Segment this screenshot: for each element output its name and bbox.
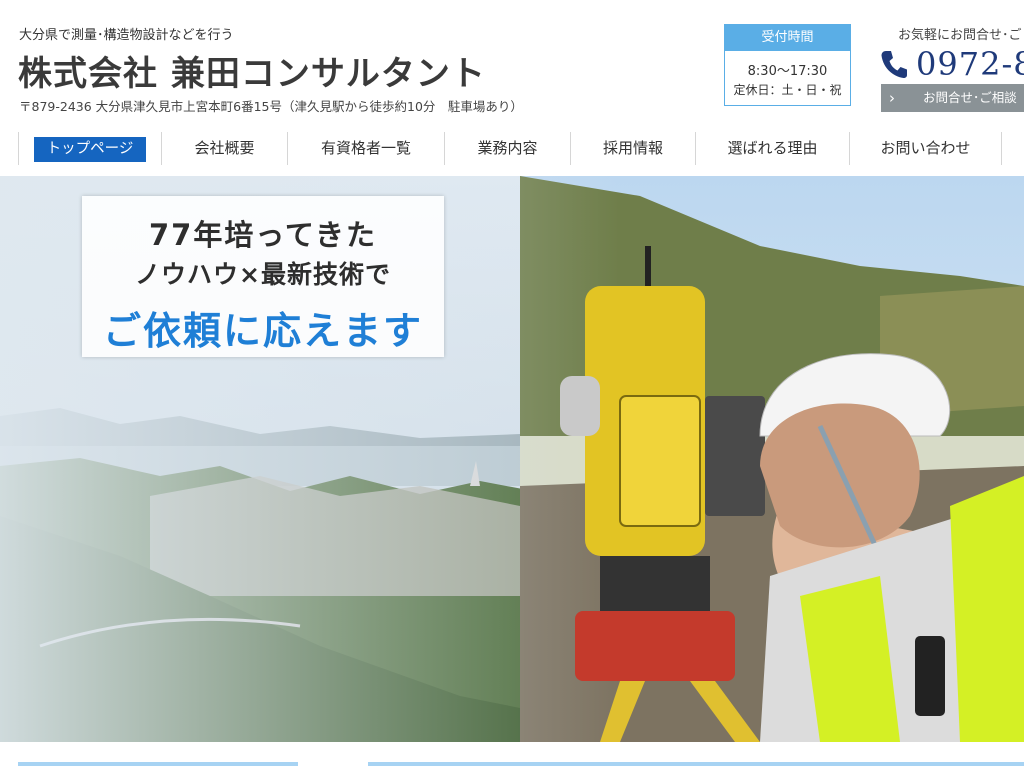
hero-catchcopy-box: 77年培ってきた ノウハウ×最新技術で ご依頼に応えます <box>82 196 444 357</box>
nav-item-top[interactable]: トップページ <box>18 132 161 165</box>
nav-item-contact[interactable]: お問い合わせ <box>849 132 1002 165</box>
contact-consult-button[interactable]: › お問合せ･ご相談 <box>881 84 1024 112</box>
contact-button-label: お問合せ･ご相談 <box>923 90 1017 105</box>
hero-line-2: ノウハウ×最新技術で <box>135 260 391 289</box>
contact-lead: お気軽にお問合せ･ご <box>898 28 1022 43</box>
nav-item-label: 採用情報 <box>602 139 663 157</box>
hours-closed-days: 定休日：土・日・祝 <box>733 83 842 97</box>
nav-item-qualified-staff[interactable]: 有資格者一覧 <box>287 132 444 165</box>
nav-item-reasons[interactable]: 選ばれる理由 <box>695 132 849 165</box>
chevron-right-icon: › <box>889 89 895 107</box>
hours-heading: 受付時間 <box>725 25 850 51</box>
nav-item-company[interactable]: 会社概要 <box>161 132 287 165</box>
hours-time: 8:30〜17:30 <box>747 64 828 79</box>
phone-icon <box>881 51 907 78</box>
hero-line-3: ご依頼に応えます <box>102 309 423 353</box>
nav-item-label: 会社概要 <box>194 139 255 157</box>
site-header: 大分県で測量･構造物設計などを行う 株式会社 兼田コンサルタント 〒879-24… <box>0 0 1024 165</box>
nav-item-label: 有資格者一覧 <box>320 139 411 157</box>
business-hours-box: 受付時間 8:30〜17:30 定休日：土・日・祝 <box>724 24 851 106</box>
nav-item-label: トップページ <box>33 137 147 162</box>
phone-number[interactable]: 0972-8 <box>916 45 1024 83</box>
hero-banner: 77年培ってきた ノウハウ×最新技術で ご依頼に応えます <box>0 176 1024 742</box>
company-address: 〒879-2436 大分県津久見市上宮本町6番15号（津久見駅から徒歩約10分 … <box>19 99 523 114</box>
hero-line-1: 77年培ってきた <box>148 218 378 252</box>
nav-item-services[interactable]: 業務内容 <box>444 132 570 165</box>
phone-link[interactable]: 0972-8 <box>880 44 1024 84</box>
nav-item-label: 業務内容 <box>477 139 538 157</box>
company-logo-title[interactable]: 株式会社 兼田コンサルタント <box>18 46 486 95</box>
tagline: 大分県で測量･構造物設計などを行う <box>19 28 234 43</box>
nav-item-recruit[interactable]: 採用情報 <box>570 132 695 165</box>
global-nav: トップページ 会社概要 有資格者一覧 業務内容 採用情報 選ばれる理由 お問い合… <box>18 132 1024 165</box>
nav-item-label: 選ばれる理由 <box>727 139 818 157</box>
nav-item-label: お問い合わせ <box>880 139 971 157</box>
section-rule-left <box>18 762 298 766</box>
section-rule-right <box>368 762 1024 766</box>
